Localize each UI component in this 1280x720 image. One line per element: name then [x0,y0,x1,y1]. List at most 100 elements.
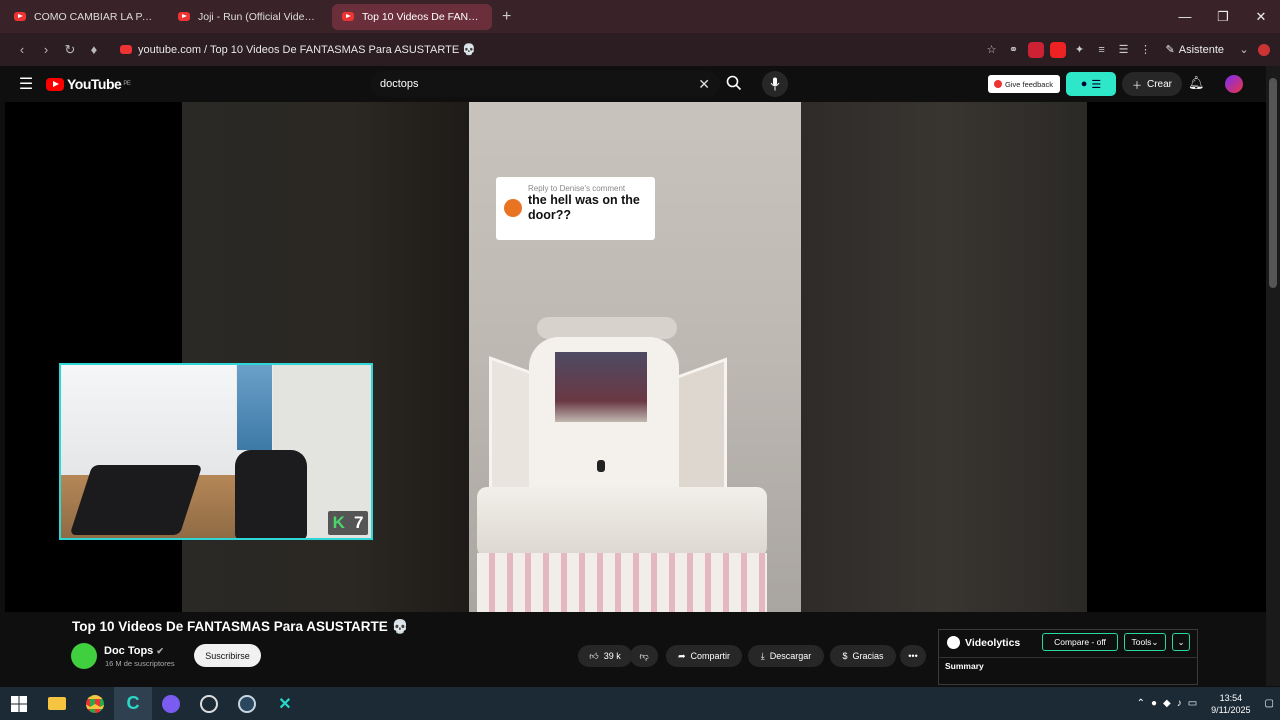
browser-tab-3[interactable]: Top 10 Videos De FANTASMAS [332,3,492,30]
like-button[interactable]: 👍︎ 39 k [578,645,632,667]
shield-icon[interactable]: ◆ [1163,698,1171,709]
network-icon[interactable]: ▭ [1188,698,1197,709]
notifications-bell-icon[interactable]: 🔔︎ [1188,75,1205,91]
thumbs-up-icon: 👍︎ [589,650,599,661]
summary-heading: Summary [945,661,984,671]
browser-app-icon[interactable]: C [114,687,152,720]
clear-search-icon[interactable]: ✕ [698,76,710,93]
webcam-chair [235,450,307,538]
thanks-button[interactable]: $ Gracias [830,645,896,667]
profile-icon[interactable] [1258,43,1270,56]
reload-icon[interactable]: ↻ [58,38,82,62]
audio-icon[interactable]: ⋮ [1138,42,1154,58]
minimize-icon[interactable]: — [1166,0,1204,33]
chrome-icon[interactable] [76,687,114,720]
extension-icon[interactable] [1049,41,1066,58]
search-button[interactable] [724,73,744,93]
tab-label: COMO CAMBIAR LA PANTALLA [34,10,154,23]
discord-icon[interactable] [152,687,190,720]
bookmark-star-icon[interactable]: ☆ [984,42,1000,58]
commenter-avatar [504,199,522,217]
extension-toggle-button[interactable]: ● ☰ [1066,72,1116,96]
vanity-drawer [477,553,767,612]
browser-tab-bar: COMO CAMBIAR LA PANTALLA Joji - Run (Off… [0,0,1280,33]
vanity-mirror [555,352,647,422]
webcam-overlay: K 7 [59,363,373,540]
close-icon[interactable]: ✕ [1242,0,1280,33]
youtube-logo[interactable]: YouTube PE [46,76,131,92]
assistant-button[interactable]: ✎ Asistente [1165,43,1224,57]
kick-badge: K 7 [328,511,368,535]
give-feedback-button[interactable]: Give feedback [988,75,1060,93]
create-button[interactable]: ＋ Crear [1122,72,1183,96]
extension-icon[interactable]: ≡ [1094,42,1110,58]
channel-name-text: Doc Tops [104,645,154,657]
app-icon[interactable] [190,687,228,720]
steam-icon[interactable] [228,687,266,720]
download-button[interactable]: ⤓ Descargar [748,645,824,667]
browser-tab-2[interactable]: Joji - Run (Official Video) - Yo [168,4,328,30]
dislike-button[interactable]: 👎︎ [630,645,658,667]
thanks-icon: $ [842,651,848,661]
volume-icon[interactable]: ♪ [1177,698,1182,709]
window-controls: — ❐ ✕ [1166,0,1280,33]
maximize-icon[interactable]: ❐ [1204,0,1242,33]
video-title: Top 10 Videos De FANTASMAS Para ASUSTART… [72,619,409,634]
browser-tab-1[interactable]: COMO CAMBIAR LA PANTALLA [4,4,164,30]
clock[interactable]: 13:54 9/11/2025 [1211,692,1250,716]
extensions-puzzle-icon[interactable]: ✦ [1072,42,1088,58]
compare-toggle-button[interactable]: Compare - off [1042,633,1118,651]
file-explorer-icon[interactable] [38,687,76,720]
comment-reply-label: Reply to Denise's comment [528,184,626,193]
youtube-favicon-icon [120,45,132,54]
share-button[interactable]: ➦ Compartir [666,645,742,667]
videolytics-logo: Videolytics [947,636,1020,649]
address-bar: ‹ › ↻ ♦ youtube.com / Top 10 Videos De F… [0,33,1280,66]
microphone-icon[interactable]: ♦ [82,38,106,62]
reading-list-icon[interactable]: ☰ [1116,42,1132,58]
comment-bubble: Reply to Denise's comment the hell was o… [496,177,655,240]
search-input[interactable]: doctops ✕ [370,71,720,97]
channel-avatar[interactable] [71,643,97,669]
windows-taskbar: C ✕ ⌃ ● ◆ ♪ ▭ 13:54 9/11/2025 ▢ [0,687,1280,720]
menu-icon[interactable]: ☰ [6,74,46,94]
subscribe-button[interactable]: Suscribirse [194,644,261,667]
avatar[interactable] [1225,75,1243,93]
back-icon[interactable]: ‹ [10,38,34,62]
chevron-down-icon: ⌄ [1177,636,1185,647]
url-field[interactable]: youtube.com / Top 10 Videos De FANTASMAS… [120,43,476,56]
assistant-icon: ✎ [1165,44,1175,56]
thanks-label: Gracias [852,651,884,661]
microphone-icon[interactable]: ● [1151,698,1157,709]
microphone-icon [770,77,780,91]
extension-icon[interactable] [1027,41,1044,58]
clock-time: 13:54 [1219,692,1243,703]
windows-start-icon[interactable] [0,687,38,720]
webcam-chair [69,465,203,535]
channel-name[interactable]: Doc Tops ✔ [104,645,164,657]
chevron-down-icon[interactable]: ⌄ [1236,42,1252,58]
youtube-favicon-icon [14,12,26,21]
new-tab-button[interactable]: + [502,8,511,26]
videolytics-name: Videolytics [965,636,1021,649]
more-actions-button[interactable]: ••• [900,645,926,667]
windows-logo-icon [11,695,27,712]
youtube-header: ☰ YouTube PE doctops ✕ Give feedback ● ☰… [0,66,1266,102]
feedback-label: Give feedback [1005,79,1053,89]
app-icon[interactable]: ✕ [266,687,304,720]
video-frame: Reply to Denise's comment the hell was o… [469,102,801,612]
videolytics-logo-icon [947,636,960,649]
browser-toolbar: ☆ ⚭ ✦ ≡ ☰ ⋮ ✎ Asistente ⌄ [984,33,1270,66]
tools-button[interactable]: Tools ⌄ [1124,633,1166,651]
page-scrollbar[interactable] [1266,66,1280,686]
link-icon[interactable]: ⚭ [1006,42,1022,58]
collapse-button[interactable]: ⌄ [1172,633,1190,651]
scrollbar-thumb[interactable] [1269,78,1277,288]
notifications-icon[interactable]: ▢ [1265,698,1274,709]
tray-chevron-icon[interactable]: ⌃ [1137,698,1145,709]
download-icon: ⤓ [760,650,765,661]
voice-search-button[interactable] [762,71,788,97]
forward-icon[interactable]: › [34,38,58,62]
download-label: Descargar [769,651,812,661]
webcam-wall [61,365,236,475]
